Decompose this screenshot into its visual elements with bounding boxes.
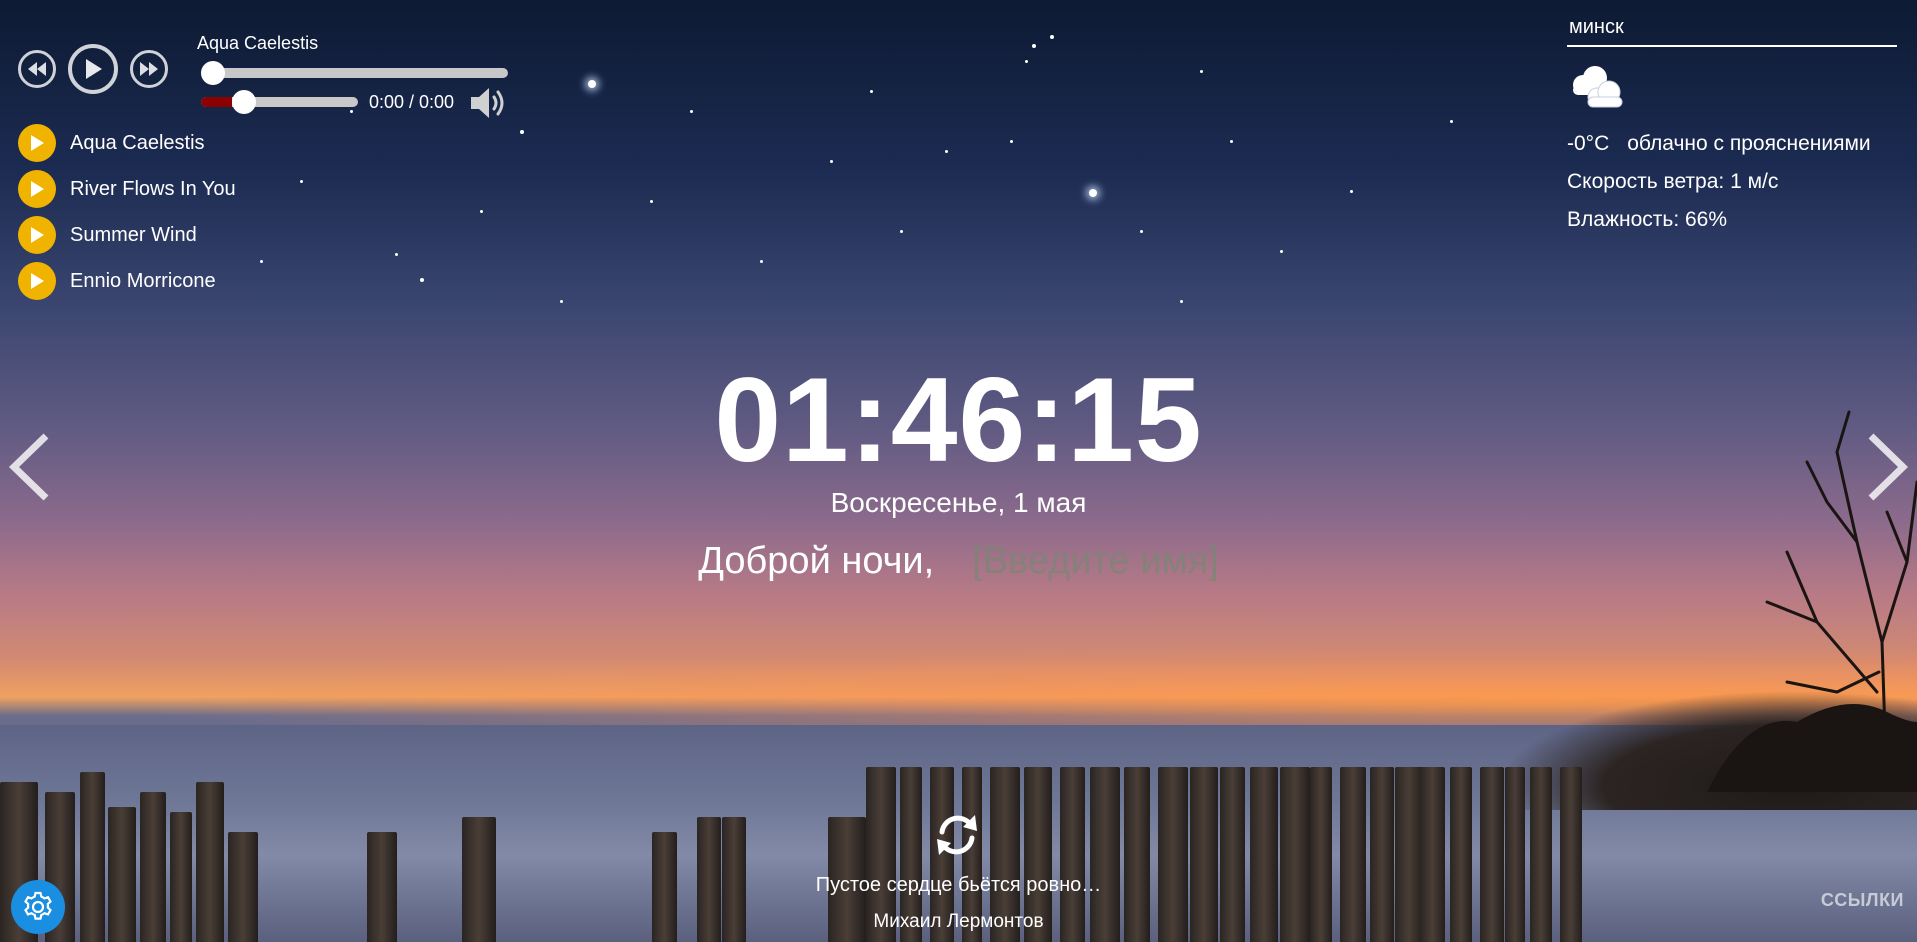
star bbox=[1089, 189, 1097, 197]
volume-bar[interactable] bbox=[201, 97, 358, 107]
fast-forward-icon bbox=[140, 62, 158, 76]
playlist-play-button[interactable] bbox=[18, 262, 56, 300]
slide-prev-button[interactable] bbox=[8, 432, 52, 502]
volume-fill bbox=[201, 97, 233, 107]
partly-cloudy-icon bbox=[1573, 66, 1623, 108]
star bbox=[395, 253, 398, 256]
progress-bar[interactable] bbox=[201, 68, 508, 78]
star bbox=[260, 260, 263, 263]
refresh-quote-button[interactable] bbox=[933, 811, 981, 859]
greeting-text: Доброй ночи, bbox=[698, 540, 935, 582]
star bbox=[300, 180, 303, 183]
star bbox=[1230, 140, 1233, 143]
background-slide: Aqua Caelestis 0:00 / 0:00 Aqua Caelesti… bbox=[0, 0, 1917, 942]
star bbox=[420, 278, 424, 282]
play-icon bbox=[31, 181, 44, 197]
play-icon bbox=[31, 135, 44, 151]
quote-author: Михаил Лермонтов bbox=[873, 911, 1044, 932]
slide-next-button[interactable] bbox=[1865, 432, 1909, 502]
playlist-item[interactable]: Ennio Morricone bbox=[18, 262, 236, 300]
playlist-play-button[interactable] bbox=[18, 216, 56, 254]
clock-time: 01:46:15 bbox=[714, 353, 1203, 487]
weather-description: облачно с прояснениями bbox=[1627, 132, 1871, 155]
volume-handle[interactable] bbox=[232, 90, 256, 114]
playlist-item[interactable]: Summer Wind bbox=[18, 216, 236, 254]
star bbox=[1350, 190, 1353, 193]
playlist-item-label: Summer Wind bbox=[70, 223, 197, 246]
play-pause-button[interactable] bbox=[68, 44, 118, 94]
playlist-item[interactable]: River Flows In You bbox=[18, 170, 236, 208]
star bbox=[1180, 300, 1183, 303]
play-icon bbox=[86, 59, 102, 79]
chevron-right-icon bbox=[1868, 433, 1909, 501]
chevron-left-icon bbox=[8, 433, 49, 501]
playlist-item-label: Aqua Caelestis bbox=[70, 131, 205, 154]
star bbox=[520, 130, 524, 134]
star bbox=[1140, 230, 1143, 233]
star bbox=[1280, 250, 1283, 253]
weather-widget: -0°C облачно с прояснениями Скорость ветр… bbox=[1567, 14, 1897, 239]
star bbox=[900, 230, 903, 233]
star bbox=[1032, 44, 1036, 48]
star bbox=[690, 110, 693, 113]
settings-button[interactable] bbox=[11, 880, 65, 934]
playlist-item-label: Ennio Morricone bbox=[70, 269, 216, 292]
star bbox=[760, 260, 763, 263]
quote-text: Пустое сердце бьётся ровно… bbox=[815, 874, 1102, 896]
volume-icon[interactable] bbox=[469, 86, 509, 120]
star bbox=[1010, 140, 1013, 143]
playlist-play-button[interactable] bbox=[18, 124, 56, 162]
star bbox=[1450, 120, 1453, 123]
date-label: Воскресенье, 1 мая bbox=[830, 487, 1087, 518]
star bbox=[1050, 35, 1054, 39]
time-display: 0:00 / 0:00 bbox=[369, 92, 455, 112]
city-input[interactable] bbox=[1567, 14, 1897, 47]
rewind-icon bbox=[28, 62, 46, 76]
star bbox=[870, 90, 873, 93]
next-track-button[interactable] bbox=[130, 50, 168, 88]
gear-icon bbox=[24, 891, 52, 920]
now-playing-title: Aqua Caelestis bbox=[197, 33, 319, 53]
play-icon bbox=[31, 227, 44, 243]
playlist-play-button[interactable] bbox=[18, 170, 56, 208]
star bbox=[350, 110, 353, 113]
star bbox=[830, 160, 833, 163]
progress-handle[interactable] bbox=[201, 61, 225, 85]
play-icon bbox=[31, 273, 44, 289]
player-controls bbox=[18, 44, 168, 94]
playlist-item[interactable]: Aqua Caelestis bbox=[18, 124, 236, 162]
wind-speed: Скорость ветра: 1 м/с bbox=[1567, 170, 1779, 193]
links-button[interactable]: ССЫЛКИ bbox=[1821, 890, 1904, 911]
temperature: -0°C bbox=[1567, 132, 1610, 155]
greeting: Доброй ночи, [Введите имя] bbox=[0, 540, 1917, 583]
star bbox=[650, 200, 653, 203]
star bbox=[1200, 70, 1203, 73]
playlist-item-label: River Flows In You bbox=[70, 177, 236, 200]
star bbox=[1025, 60, 1028, 63]
weather-summary: -0°C облачно с прояснениями bbox=[1567, 125, 1897, 163]
prev-track-button[interactable] bbox=[18, 50, 56, 88]
playlist: Aqua Caelestis River Flows In You Summer W… bbox=[18, 124, 236, 308]
star bbox=[560, 300, 563, 303]
name-input[interactable]: [Введите имя] bbox=[972, 540, 1219, 583]
star bbox=[945, 150, 948, 153]
humidity: Влажность: 66% bbox=[1567, 208, 1728, 231]
star bbox=[480, 210, 483, 213]
star bbox=[588, 80, 596, 88]
